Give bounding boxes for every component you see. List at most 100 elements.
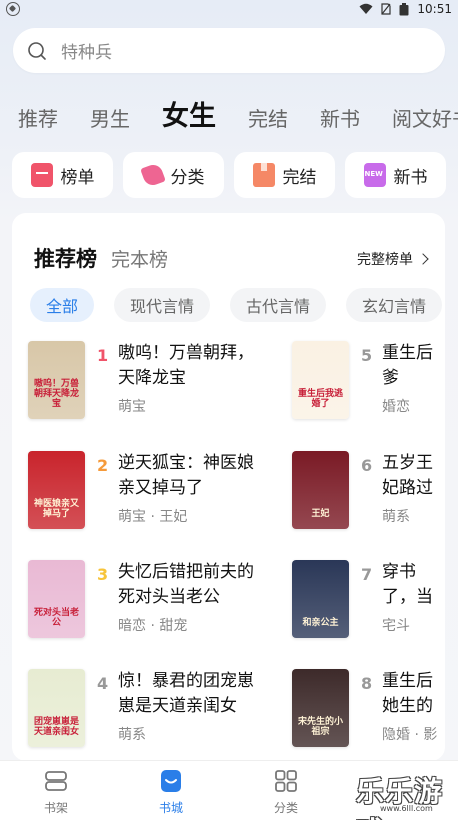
book-title[interactable]: 失忆后错把前夫的死对头当老公 [118,560,268,610]
full-rank-label: 完整榜单 [357,252,413,268]
new-book-icon [363,163,386,187]
book-item[interactable]: 王妃 6 五岁王妃路过都得萌系 [292,451,445,531]
book-cover[interactable]: 团宠崽崽是天道亲闺女 [28,669,85,747]
nav-label: 书架 [43,801,68,815]
book-cover-title: 宋先生的小祖宗 [297,717,343,737]
rank-number: 2 [97,456,109,475]
book-item[interactable]: 神医娘亲又掉马了 2 逆天狐宝：神医娘亲又掉马了萌宝 · 王妃 [28,451,278,531]
tab-yuewen-picks[interactable]: 阅文好书 [392,104,458,134]
quick-entry-finished[interactable]: 完结 [234,152,335,198]
notification-icon [6,2,20,16]
rank-number: 4 [97,674,109,693]
search-bar[interactable]: 特种兵 [13,28,445,73]
rank-number: 3 [97,565,109,584]
book-title[interactable]: 惊！暴君的团宠崽崽是天道亲闺女 [118,669,268,719]
quick-entry-label: 新书 [393,167,428,188]
book-title[interactable]: 穿书了，当平妻 [382,560,445,610]
book-tags: 宅斗 [382,618,410,634]
sim-icon [381,3,392,15]
book-tags: 萌宝 · 王妃 [118,509,188,525]
full-rank-link[interactable]: 完整榜单 [357,249,429,269]
status-bar: 10:51 [0,0,458,18]
rank-list: 嗷呜！万兽朝拜天降龙宝 1 嗷呜！万兽朝拜，天降龙宝萌宝神医娘亲又掉马了 2 逆天狐宝：… [12,341,445,761]
tab-recommend-rank[interactable]: 推荐榜 [34,243,97,273]
bookstore-icon [161,770,181,792]
book-cover-title: 神医娘亲又掉马了 [33,499,79,519]
quick-entry-category[interactable]: 分类 [123,152,224,198]
wifi-icon [359,3,373,14]
nav-label: 分类 [273,801,298,815]
genre-chip-fantasy-romance[interactable]: 玄幻言情 [346,288,443,322]
book-title[interactable]: 重生后她生的小祖宗 [382,669,445,719]
tab-finished-rank[interactable]: 完本榜 [111,245,168,272]
book-item[interactable]: 死对头当老公 3 失忆后错把前夫的死对头当老公暗恋 · 甜宠 [28,560,278,640]
nav-category[interactable]: 分类 [256,767,316,816]
book-tags: 暗恋 · 甜宠 [118,618,188,634]
book-cover-title: 嗷呜！万兽朝拜天降龙宝 [33,379,79,409]
quick-entry-label: 分类 [170,167,205,188]
book-cover-title: 王妃 [311,509,330,519]
book-item[interactable]: 嗷呜！万兽朝拜天降龙宝 1 嗷呜！万兽朝拜，天降龙宝萌宝 [28,341,278,421]
book-item[interactable]: 团宠崽崽是天道亲闺女 4 惊！暴君的团宠崽崽是天道亲闺女萌系 [28,669,278,749]
book-title[interactable]: 逆天狐宝：神医娘亲又掉马了 [118,451,268,501]
book-tags: 萌宝 [118,399,146,415]
book-cover[interactable]: 和亲公主 [292,560,349,638]
book-cover-title: 团宠崽崽是天道亲闺女 [33,717,79,737]
book-tags: 萌系 [382,509,410,525]
book-cover[interactable]: 死对头当老公 [28,560,85,638]
finished-icon [252,163,275,187]
book-title[interactable]: 嗷呜！万兽朝拜，天降龙宝 [118,341,268,391]
book-tags: 萌系 [118,727,146,743]
book-item[interactable]: 重生后我逃婚了 5 重生后爹 婚恋 [292,341,445,421]
watermark-url: www.6lll.com [380,804,433,813]
rank-number: 7 [361,565,373,584]
rank-number: 1 [97,346,109,365]
nav-bookstore[interactable]: 书城 [141,767,201,816]
book-cover-title: 和亲公主 [302,618,339,628]
tab-female[interactable]: 女生 [162,100,216,134]
nav-bookshelf[interactable]: 书架 [26,767,86,816]
clock: 10:51 [417,2,452,16]
category-icon [139,162,166,188]
watermark: 乐乐游戏 www.6lll.com [350,768,456,820]
quick-entry-new-books[interactable]: 新书 [345,152,446,198]
chevron-right-icon [417,253,429,265]
rank-card: 推荐榜 完本榜 完整榜单 全部 现代言情 古代言情 玄幻言情 嗷呜！万兽朝拜天降… [12,213,445,761]
rank-icon [30,163,53,187]
book-cover-title: 重生后我逃婚了 [297,389,343,409]
book-tags: 隐婚 · 影 [382,727,438,743]
book-cover[interactable]: 神医娘亲又掉马了 [28,451,85,529]
book-cover[interactable]: 嗷呜！万兽朝拜天降龙宝 [28,341,85,419]
tab-recommend[interactable]: 推荐 [18,104,58,134]
quick-entry-rank[interactable]: 榜单 [12,152,113,198]
search-placeholder: 特种兵 [61,43,112,63]
quick-entries: 榜单 分类 完结 新书 [12,152,446,198]
channel-tabs: 推荐 男生 女生 完结 新书 阅文好书 [18,92,458,134]
quick-entry-label: 完结 [282,167,317,188]
book-cover-title: 死对头当老公 [33,608,79,628]
rank-tabs: 推荐榜 完本榜 [34,243,168,273]
book-cover[interactable]: 王妃 [292,451,349,529]
book-title[interactable]: 五岁王妃路过都得 [382,451,445,501]
genre-filters: 全部 现代言情 古代言情 玄幻言情 [30,288,443,322]
book-tags: 婚恋 [382,399,410,415]
genre-chip-all[interactable]: 全部 [30,288,95,322]
battery-icon [399,2,409,15]
status-icons: 10:51 [359,0,452,18]
book-item[interactable]: 和亲公主 7 穿书了，当平妻宅斗 [292,560,445,640]
search-icon [28,41,46,60]
bookshelf-icon [45,771,67,791]
quick-entry-label: 榜单 [60,167,95,188]
book-item[interactable]: 宋先生的小祖宗 8 重生后她生的小祖宗隐婚 · 影 [292,669,445,749]
rank-number: 6 [361,456,373,475]
rank-number: 8 [361,674,373,693]
tab-new-books[interactable]: 新书 [320,104,360,134]
nav-label: 书城 [158,801,183,815]
tab-male[interactable]: 男生 [90,104,130,134]
genre-chip-ancient-romance[interactable]: 古代言情 [230,288,327,322]
tab-finished[interactable]: 完结 [248,104,288,134]
book-title[interactable]: 重生后爹 [382,341,445,391]
book-cover[interactable]: 宋先生的小祖宗 [292,669,349,747]
book-cover[interactable]: 重生后我逃婚了 [292,341,349,419]
genre-chip-modern-romance[interactable]: 现代言情 [114,288,211,322]
